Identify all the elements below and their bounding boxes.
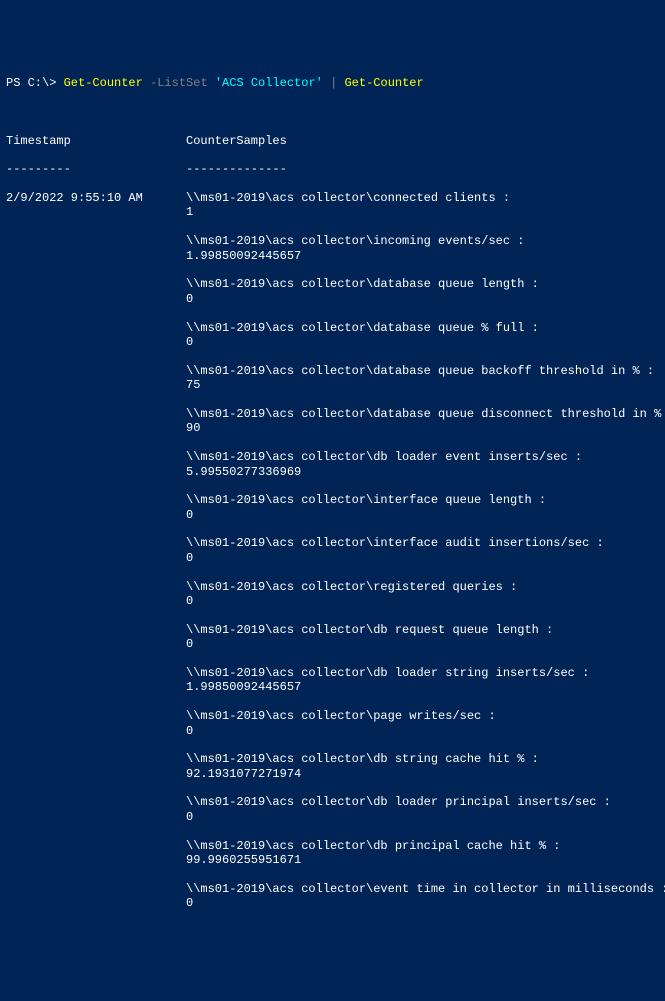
param-listset: -ListSet xyxy=(143,76,215,90)
timestamp-value: 2/9/2022 9:55:10 AM xyxy=(6,191,186,205)
separator-countersamples: -------------- xyxy=(186,162,659,176)
header-timestamp: Timestamp xyxy=(6,134,186,148)
header-row: TimestampCounterSamples xyxy=(6,134,659,148)
cmdlet-get-counter-2: Get-Counter xyxy=(344,76,423,90)
data-row: 2/9/2022 9:55:10 AM\\ms01-2019\acs colle… xyxy=(6,191,659,911)
counter-samples-block: \\ms01-2019\acs collector\connected clie… xyxy=(186,191,665,911)
header-countersamples: CounterSamples xyxy=(186,134,659,148)
terminal-output: PS C:\> Get-Counter -ListSet 'ACS Collec… xyxy=(6,62,659,925)
cmdlet-get-counter: Get-Counter xyxy=(64,76,143,90)
separator-row: ----------------------- xyxy=(6,162,659,176)
pipe-operator: | xyxy=(323,76,345,90)
blank-line xyxy=(6,105,659,119)
string-acs-collector: 'ACS Collector' xyxy=(215,76,323,90)
command-line: PS C:\> Get-Counter -ListSet 'ACS Collec… xyxy=(6,76,659,90)
ps-prompt: PS C:\> xyxy=(6,76,64,90)
separator-timestamp: --------- xyxy=(6,162,186,176)
